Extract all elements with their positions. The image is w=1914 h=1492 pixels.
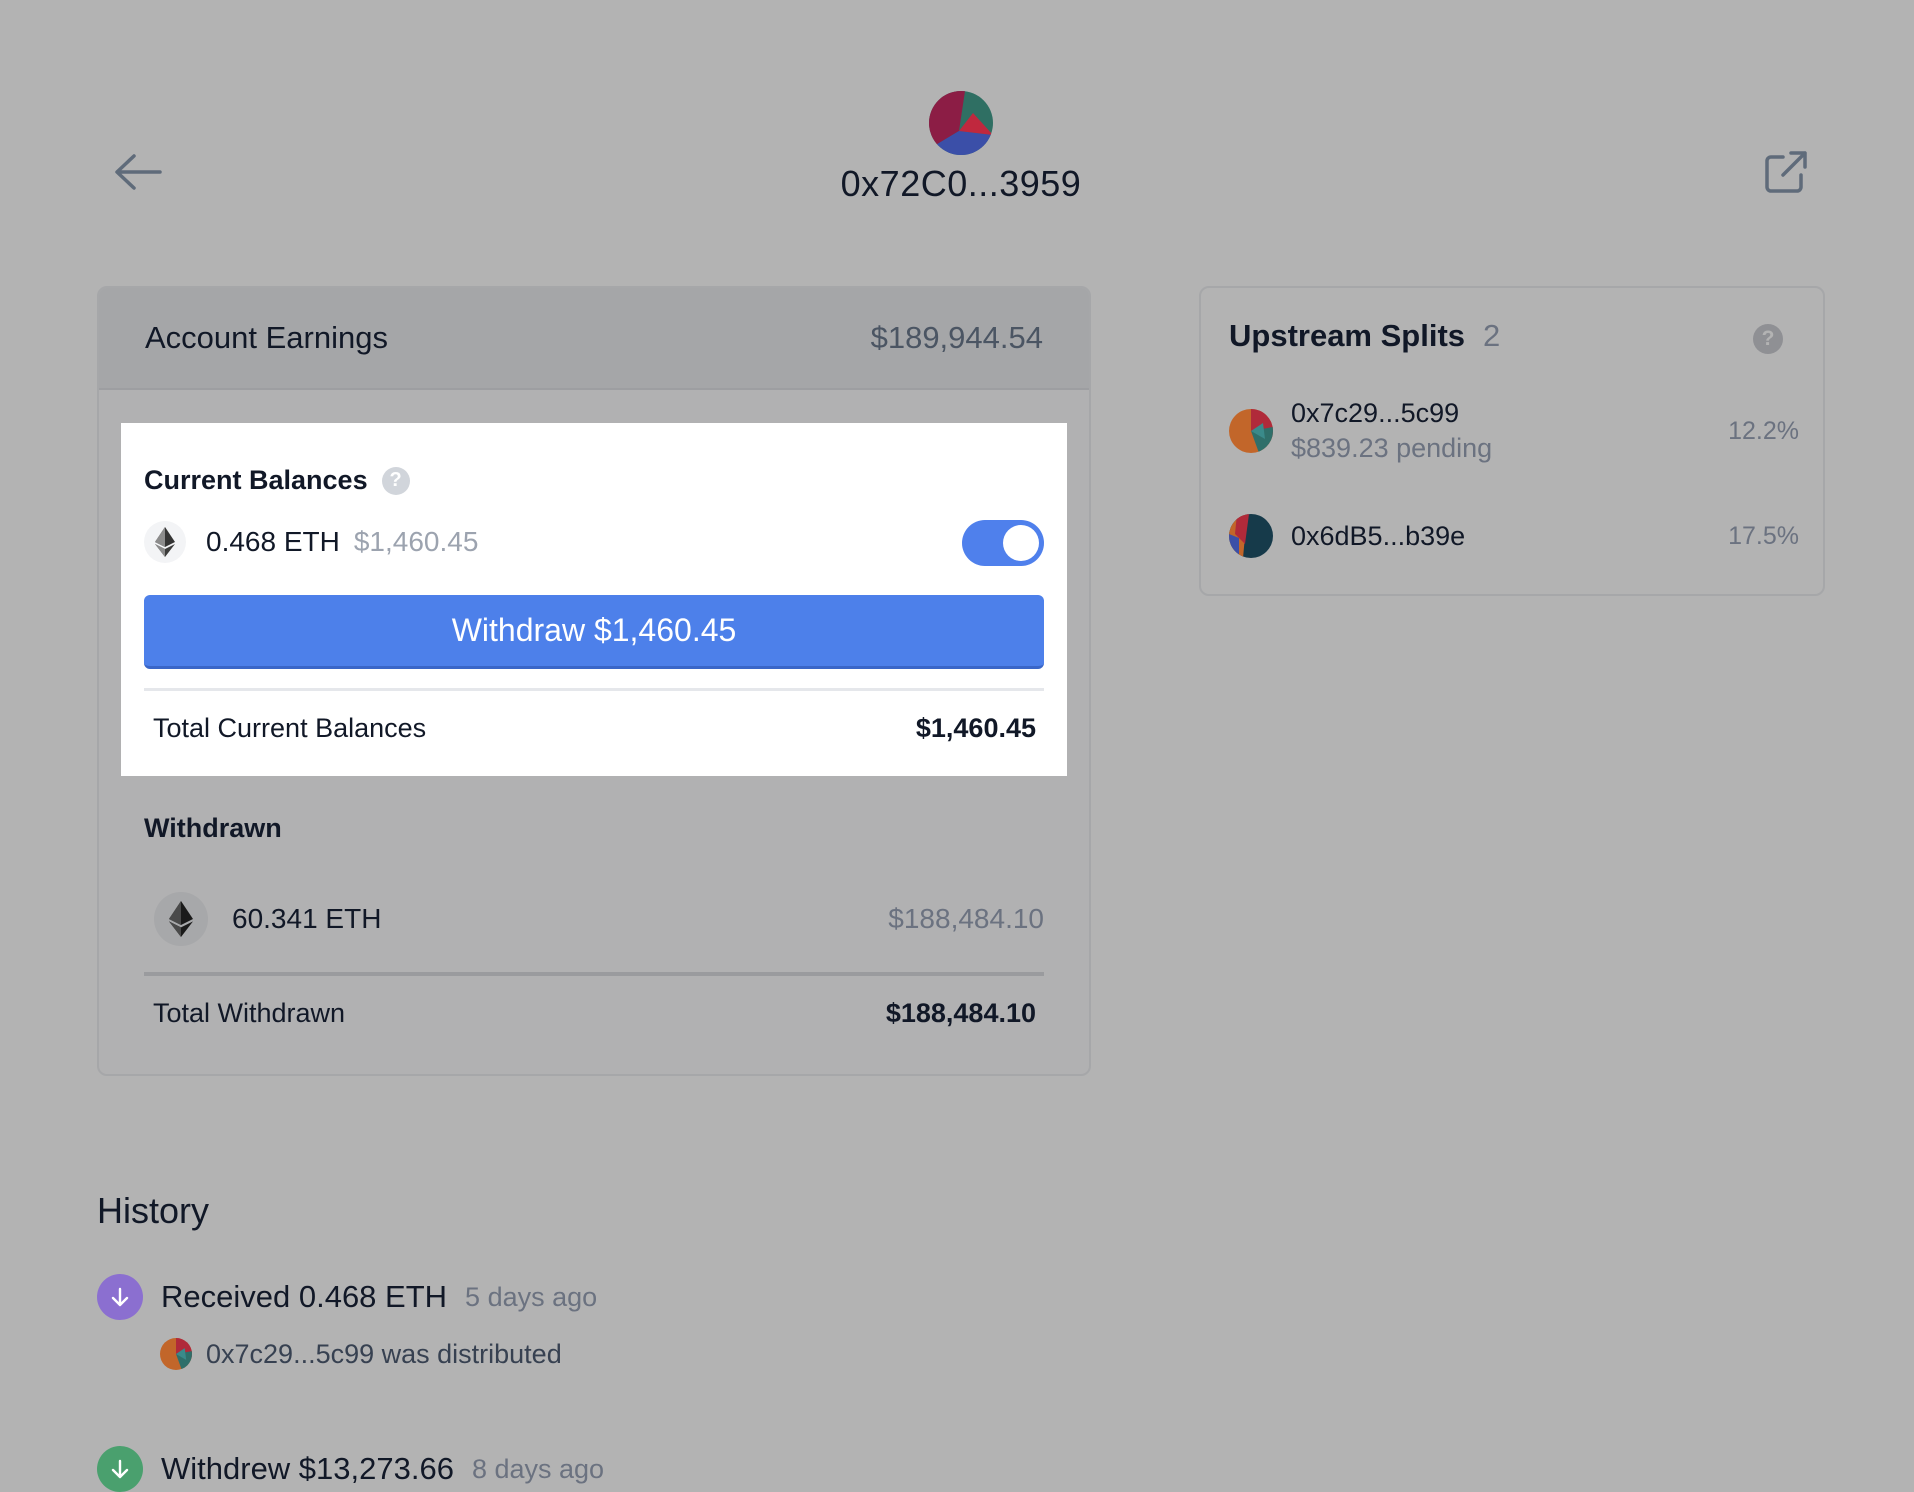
history-time: 5 days ago [465,1281,598,1312]
withdrawn-amount: 60.341 ETH [232,903,382,934]
help-icon[interactable]: ? [381,466,410,495]
total-withdrawn-row: Total Withdrawn $188,484.10 [153,998,1036,1029]
account-address: 0x72C0...3959 [840,163,1082,204]
history-text: Received 0.468 ETH [161,1279,448,1314]
current-balance-row: 0.468 ETH $1,460.45 [144,518,1044,566]
withdrawn-title: Withdrawn [144,813,282,843]
current-balances-title: Current Balances ? [144,465,410,496]
upstream-count: 2 [1483,318,1501,353]
upstream-splits-card: Upstream Splits 2 ? 0x7c29...5c99 $839.2… [1199,286,1825,596]
upstream-title: Upstream Splits [1229,318,1466,353]
history-subitem: 0x7c29...5c99 was distributed [160,1338,562,1370]
history-subtext: 0x7c29...5c99 was distributed [206,1338,562,1369]
account-avatar [929,91,993,155]
token-select-toggle[interactable] [962,520,1044,566]
divider [144,688,1044,691]
total-current-balances-value: $1,460.45 [915,713,1036,743]
eth-token-icon [144,521,186,563]
split-avatar [1229,409,1273,453]
external-link-icon [1765,151,1807,193]
upstream-item-text: 0x6dB5...b39e [1291,521,1465,552]
history-item[interactable]: Received 0.468 ETH 5 days ago [97,1274,597,1320]
upstream-item[interactable]: 0x7c29...5c99 $839.23 pending 12.2% [1229,398,1799,464]
divider [144,972,1044,976]
total-withdrawn-value: $188,484.10 [885,998,1036,1028]
current-balances-panel: Current Balances ? 0.468 ETH $1,460.45 W… [121,423,1067,776]
arrow-down-icon [97,1274,143,1320]
upstream-item-text: 0x7c29...5c99 $839.23 pending [1291,398,1492,464]
total-current-balances-row: Total Current Balances $1,460.45 [153,713,1036,744]
current-balance-usd: $1,460.45 [353,526,479,557]
split-avatar [160,1338,192,1370]
history-title: History [97,1190,210,1231]
withdrawn-usd: $188,484.10 [888,903,1044,934]
total-withdrawn-label: Total Withdrawn [153,998,346,1028]
history-item[interactable]: Withdrew $13,273.66 8 days ago [97,1446,604,1492]
earnings-header: Account Earnings $189,944.54 [99,288,1089,390]
earnings-total: $189,944.54 [870,320,1043,355]
split-avatar [1229,514,1273,558]
current-balances-label: Current Balances [144,465,368,495]
arrow-down-icon [97,1446,143,1492]
eth-token-icon [154,892,208,946]
total-current-balances-label: Total Current Balances [153,713,427,743]
upstream-address: 0x7c29...5c99 [1291,398,1460,428]
withdraw-button[interactable]: Withdraw $1,460.45 [144,595,1044,669]
current-balance-amount: 0.468 ETH [206,526,340,557]
earnings-title: Account Earnings [145,320,388,355]
external-link-button[interactable] [1758,148,1814,196]
withdrawn-row: 60.341 ETH $188,484.10 [154,892,1044,946]
history-text: Withdrew $13,273.66 [161,1451,454,1486]
history-time: 8 days ago [471,1453,605,1484]
account-earnings-card: Account Earnings $189,944.54 Current Bal… [97,286,1091,1076]
upstream-address: 0x6dB5...b39e [1291,520,1466,551]
upstream-item[interactable]: 0x6dB5...b39e 17.5% [1229,514,1799,558]
upstream-header: Upstream Splits 2 [1229,318,1500,354]
upstream-percent: 12.2% [1728,416,1799,445]
page-header: 0x72C0...3959 [0,0,1914,230]
help-icon[interactable]: ? [1753,324,1783,354]
upstream-pending: $839.23 pending [1291,433,1493,463]
upstream-percent: 17.5% [1728,521,1799,550]
toggle-knob [1003,525,1039,561]
